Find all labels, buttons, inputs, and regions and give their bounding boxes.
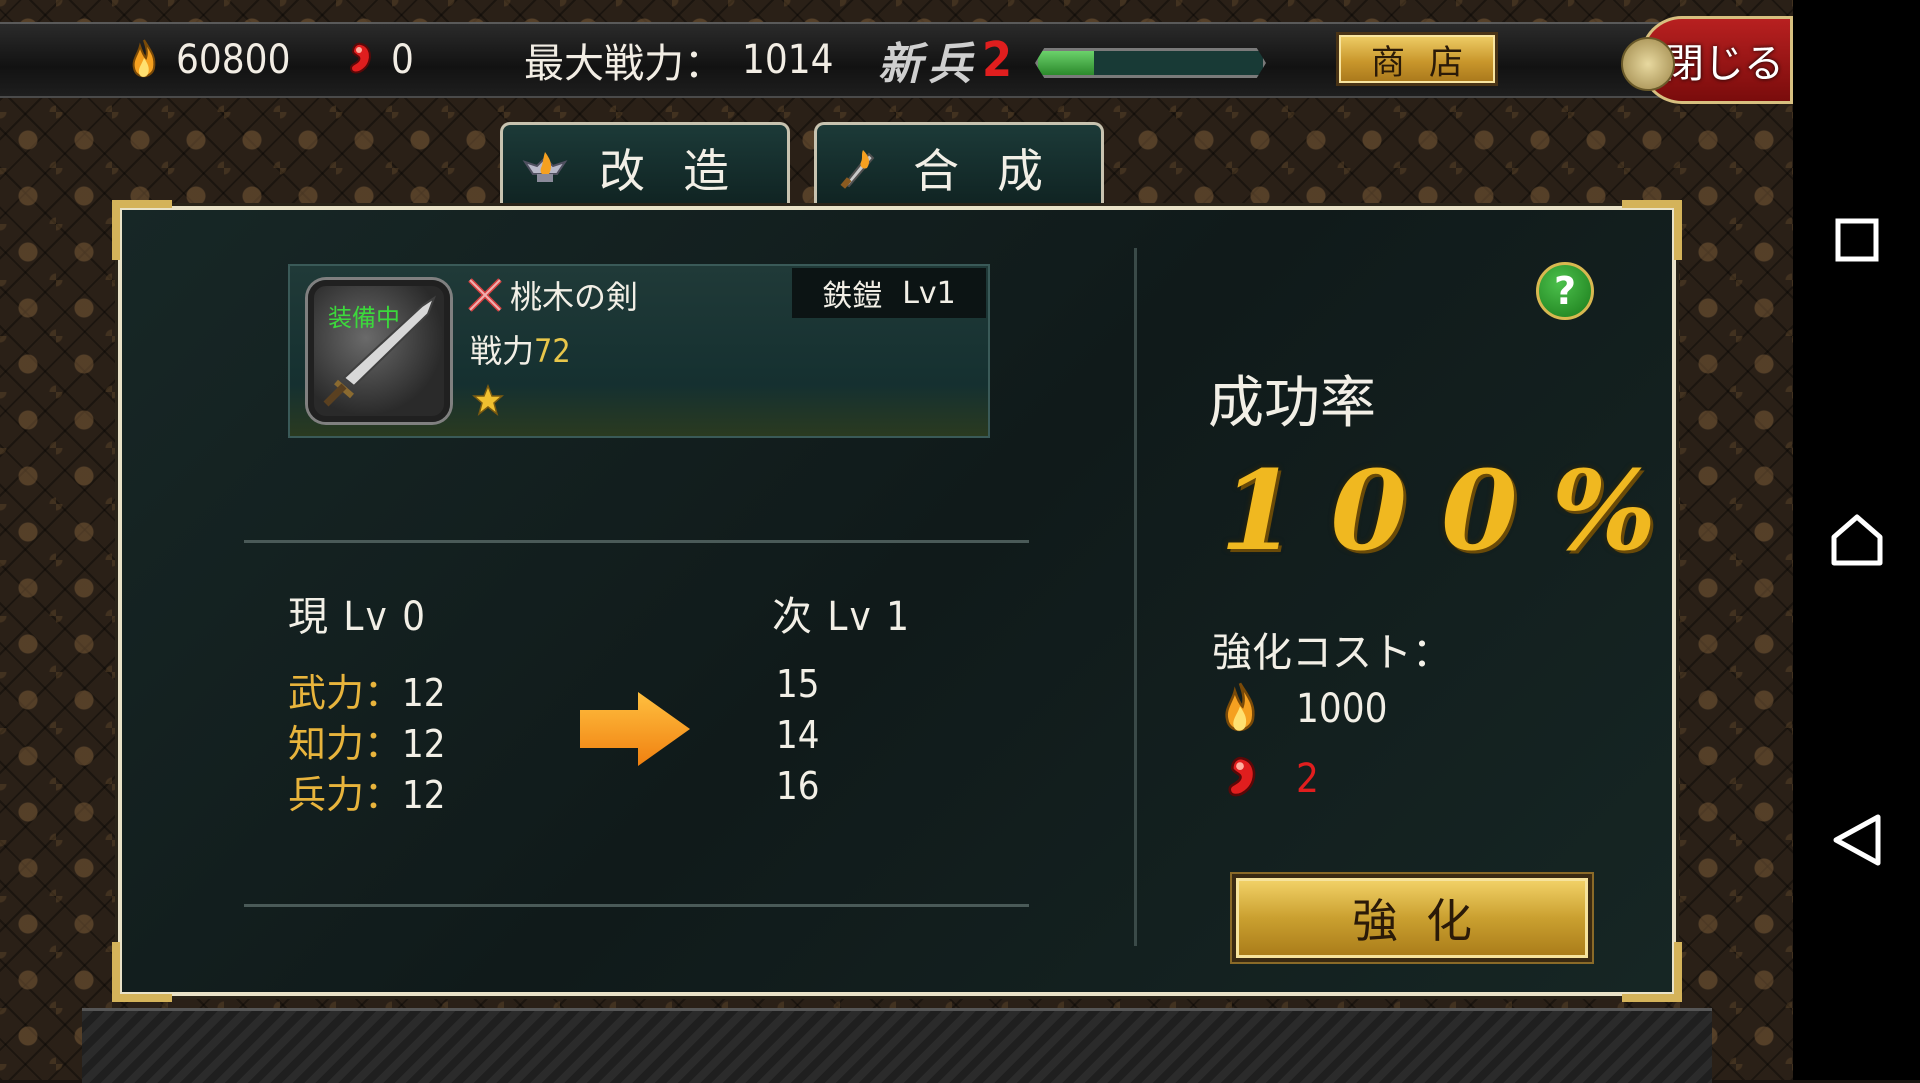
rank-progress-bar xyxy=(1035,48,1266,78)
close-knob-ornament xyxy=(1621,37,1675,91)
stat-row-intellect: 知力：12 xyxy=(288,722,446,766)
armor-tag: 鉄鎧 Lv1 xyxy=(792,268,986,318)
max-power: 最大戦力： 1014 xyxy=(524,24,834,96)
close-button[interactable]: 閉じる xyxy=(1621,16,1793,104)
bottom-strip xyxy=(82,1008,1712,1083)
current-level-label: 現 Lv 0 xyxy=(288,594,428,640)
home-button[interactable] xyxy=(1793,485,1920,595)
cost-gold-row: 1000 xyxy=(1222,680,1388,738)
stat-row-force: 武力：12 xyxy=(288,671,446,715)
enhance-panel: 装備中 桃木の剣 戦力72 鉄鎧 Lv1 現 Lv 0 次 Lv 1 武力：12… xyxy=(112,200,1682,1002)
tab-synthesize-label: 合成 xyxy=(913,143,1081,198)
cost-gem-row: 2 xyxy=(1222,750,1319,808)
cost-gem-value: 2 xyxy=(1296,756,1319,802)
enhance-button[interactable]: 強化 xyxy=(1232,874,1592,962)
cost-label: 強化コスト： xyxy=(1212,630,1452,676)
stat-current: 12 xyxy=(402,773,446,817)
corner-ornament xyxy=(1622,942,1682,1002)
square-icon xyxy=(1835,218,1878,262)
item-power-label: 戦力 xyxy=(470,332,535,370)
success-rate-label: 成功率 xyxy=(1208,371,1376,436)
stat-current: 12 xyxy=(402,722,446,766)
stat-name: 兵力 xyxy=(288,773,365,817)
stat-next-force: 15 xyxy=(776,662,820,706)
corner-ornament xyxy=(1622,200,1682,260)
max-power-label: 最大戦力： xyxy=(524,41,724,87)
star-icon xyxy=(472,384,504,416)
item-name: 桃木の剣 xyxy=(510,278,639,316)
gem-value: 0 xyxy=(391,37,414,83)
item-card[interactable]: 装備中 桃木の剣 戦力72 鉄鎧 Lv1 xyxy=(288,264,990,438)
tab-synthesize[interactable]: 合成 xyxy=(814,122,1104,210)
close-label: 閉じる xyxy=(1664,41,1784,87)
arrow-right-icon xyxy=(580,692,690,766)
flame-icon xyxy=(132,39,156,78)
rank-display: 新兵 2 xyxy=(878,24,1012,96)
divider-line xyxy=(244,904,1029,907)
back-triangle-icon xyxy=(1833,814,1880,866)
top-status-bar: 60800 0 最大戦力： 1014 新兵 2 商店 閉じる xyxy=(0,16,1793,104)
armor-level: Lv1 xyxy=(902,275,956,311)
item-name-row: 桃木の剣 xyxy=(466,272,638,318)
success-rate-value: 100% xyxy=(1220,446,1691,575)
equipped-badge: 装備中 xyxy=(328,304,400,332)
android-nav-bar xyxy=(1793,0,1920,1080)
magatama-icon xyxy=(349,42,371,74)
fire-sword-icon xyxy=(840,149,875,189)
stat-next-troops: 16 xyxy=(776,764,820,808)
tab-modify[interactable]: 改造 xyxy=(500,122,790,210)
item-thumbnail[interactable]: 装備中 xyxy=(308,280,450,422)
stat-name: 知力 xyxy=(288,722,365,766)
help-button[interactable]: ? xyxy=(1536,262,1594,320)
rank-progress-fill xyxy=(1038,51,1095,75)
stat-next-intellect: 14 xyxy=(776,713,820,757)
gem-resource: 0 xyxy=(345,24,414,96)
magatama-icon xyxy=(1228,756,1256,797)
stat-current: 12 xyxy=(402,671,446,715)
stat-row-troops: 兵力：12 xyxy=(288,773,446,817)
corner-ornament xyxy=(112,200,172,260)
armor-label: 鉄鎧 xyxy=(822,279,883,314)
flame-icon xyxy=(1225,682,1255,732)
home-icon xyxy=(1831,514,1882,566)
crossed-swords-icon xyxy=(468,278,502,312)
back-button[interactable] xyxy=(1793,785,1920,895)
gold-value: 60800 xyxy=(176,37,291,83)
recent-apps-button[interactable] xyxy=(1793,185,1920,295)
max-power-value: 1014 xyxy=(742,37,834,83)
rank-label: 新兵 xyxy=(878,39,978,90)
corner-ornament xyxy=(112,942,172,1002)
stat-name: 武力 xyxy=(288,671,365,715)
item-power: 戦力72 xyxy=(470,326,571,372)
cost-gold-value: 1000 xyxy=(1296,686,1388,732)
tab-modify-label: 改造 xyxy=(599,143,767,198)
divider-line xyxy=(244,540,1029,543)
item-power-value: 72 xyxy=(534,332,571,370)
shop-button[interactable]: 商店 xyxy=(1336,32,1498,86)
next-level-label: 次 Lv 1 xyxy=(772,594,912,640)
rank-level: 2 xyxy=(982,32,1013,88)
fire-trophy-icon xyxy=(522,151,568,182)
gold-resource: 60800 xyxy=(130,24,290,96)
vertical-divider xyxy=(1134,248,1137,946)
